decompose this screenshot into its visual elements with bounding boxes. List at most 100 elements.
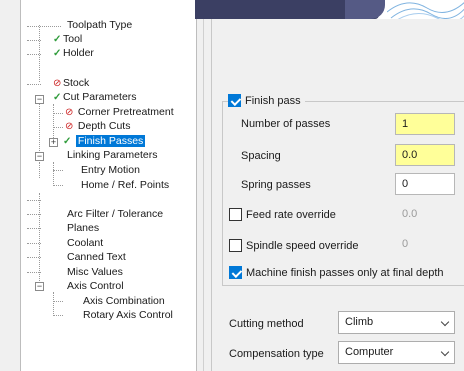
- tree-connector: [53, 185, 63, 186]
- number-of-passes-label: Number of passes: [241, 118, 331, 130]
- prohibited-icon: ⊘: [53, 78, 62, 89]
- tree-item-label: Depth Cuts: [77, 120, 131, 132]
- spacing-input[interactable]: 0.0: [395, 144, 455, 166]
- feed-rate-override-checkbox[interactable]: Feed rate override: [229, 208, 336, 222]
- tree-item-cut-parameters[interactable]: ✓ Cut Parameters: [53, 91, 137, 104]
- tree-item-label-selected: Finish Passes: [75, 135, 146, 147]
- tree-item-label: Linking Parameters: [67, 149, 158, 161]
- collapse-cut-parameters-icon[interactable]: −: [35, 95, 44, 104]
- tree-item-label: Canned Text: [67, 251, 126, 263]
- chevron-down-icon: [440, 317, 450, 327]
- final-depth-checkbox[interactable]: Machine finish passes only at final dept…: [229, 266, 444, 280]
- tree-item-label: Tool: [63, 33, 83, 45]
- tree-item-misc-values[interactable]: Misc Values: [67, 266, 123, 279]
- header-banner-graphic: [195, 0, 464, 19]
- tree-connector: [27, 84, 41, 85]
- tree-connector: [27, 26, 61, 27]
- tree-connector: [27, 257, 41, 258]
- tree-item-label: Stock: [63, 77, 90, 89]
- compensation-type-label: Compensation type: [229, 348, 324, 360]
- tree-connector: [53, 292, 54, 316]
- tree-item-linking-parameters[interactable]: Linking Parameters: [67, 149, 157, 162]
- spindle-speed-override-checkbox[interactable]: Spindle speed override: [229, 239, 359, 253]
- cutting-method-label: Cutting method: [229, 318, 304, 330]
- tree-connector: [27, 272, 41, 273]
- compensation-type-value: Computer: [345, 346, 394, 358]
- tree-item-label: Entry Motion: [81, 164, 140, 176]
- tree-connector: [27, 200, 41, 201]
- checkbox-checked-icon[interactable]: [228, 94, 241, 107]
- tree-item-label: Axis Combination: [83, 295, 165, 307]
- banner-swirl-graphic: [387, 2, 464, 19]
- tree-item-canned-text[interactable]: Canned Text: [67, 251, 126, 264]
- check-icon: ✓: [53, 34, 62, 45]
- tree-item-arc-filter-tolerance[interactable]: Arc Filter / Tolerance: [67, 208, 163, 221]
- checkbox-unchecked-icon[interactable]: [229, 239, 242, 252]
- tree-connector: [27, 40, 41, 41]
- tree-item-holder[interactable]: ✓ Holder: [53, 47, 94, 60]
- check-icon: ✓: [53, 92, 62, 103]
- tree-item-stock[interactable]: ⊘ Stock: [53, 77, 89, 90]
- feed-rate-override-label: Feed rate override: [246, 209, 336, 221]
- tree-connector: [27, 243, 41, 244]
- spindle-speed-override-label: Spindle speed override: [246, 240, 359, 252]
- tree-item-corner-pretreatment[interactable]: ⊘ Corner Pretreatment: [65, 106, 174, 119]
- tree-item-label: Misc Values: [67, 266, 123, 278]
- finish-pass-checkbox[interactable]: Finish pass: [228, 94, 305, 108]
- spring-passes-input[interactable]: 0: [395, 173, 455, 195]
- check-icon: ✓: [63, 136, 72, 147]
- tree-connector: [39, 162, 40, 178]
- tree-item-toolpath-type[interactable]: Toolpath Type: [67, 19, 132, 32]
- collapse-axis-control-icon[interactable]: −: [35, 282, 44, 291]
- collapse-linking-parameters-icon[interactable]: −: [35, 152, 44, 161]
- tree-item-finish-passes[interactable]: ✓ Finish Passes: [63, 135, 146, 148]
- tree-item-label: Axis Control: [67, 280, 124, 292]
- expand-finish-passes-icon[interactable]: +: [49, 138, 58, 147]
- finish-pass-label: Finish pass: [245, 95, 301, 107]
- tree-item-axis-combination[interactable]: Axis Combination: [83, 295, 165, 308]
- tree-item-home-ref-points[interactable]: Home / Ref. Points: [81, 179, 169, 192]
- prohibited-icon: ⊘: [65, 121, 74, 132]
- checkbox-checked-icon[interactable]: [229, 266, 242, 279]
- spring-passes-label: Spring passes: [241, 179, 311, 191]
- chevron-down-icon: [440, 347, 450, 357]
- tree-item-label: Rotary Axis Control: [83, 309, 173, 321]
- tree-item-depth-cuts[interactable]: ⊘ Depth Cuts: [65, 120, 130, 133]
- tree-item-label: Home / Ref. Points: [81, 179, 170, 191]
- tree-connector: [27, 214, 41, 215]
- tree-connector: [27, 228, 41, 229]
- check-icon: ✓: [53, 48, 62, 59]
- spindle-speed-override-input: 0: [395, 233, 455, 255]
- feed-rate-override-input: 0.0: [395, 203, 455, 225]
- tree-item-rotary-axis-control[interactable]: Rotary Axis Control: [83, 309, 173, 322]
- banner-shape: [345, 0, 385, 19]
- tree-item-label: Planes: [67, 222, 100, 234]
- checkbox-unchecked-icon[interactable]: [229, 208, 242, 221]
- tree-connector: [53, 301, 63, 302]
- tree-item-label: Corner Pretreatment: [77, 106, 174, 118]
- tree-connector: [53, 127, 63, 128]
- tree-item-axis-control[interactable]: Axis Control: [67, 280, 124, 293]
- parameter-tree[interactable]: − + − − Toolpath Type ✓ Tool ✓ Holder ⊘ Sto…: [20, 0, 197, 371]
- tree-item-label: Toolpath Type: [67, 19, 133, 31]
- tree-connector: [39, 100, 40, 151]
- final-depth-label: Machine finish passes only at final dept…: [246, 267, 444, 279]
- tree-item-coolant[interactable]: Coolant: [67, 237, 103, 250]
- spacing-label: Spacing: [241, 150, 281, 162]
- tree-item-tool[interactable]: ✓ Tool: [53, 33, 82, 46]
- tree-item-planes[interactable]: Planes: [67, 222, 99, 235]
- tree-item-label: Holder: [63, 47, 94, 59]
- tree-connector: [53, 162, 54, 186]
- cutting-method-select[interactable]: Climb: [338, 311, 455, 334]
- number-of-passes-input[interactable]: 1: [395, 113, 455, 135]
- tree-connector: [53, 113, 63, 114]
- tree-connector: [53, 315, 63, 316]
- tree-connector: [53, 104, 54, 138]
- tree-item-label: Arc Filter / Tolerance: [67, 208, 164, 220]
- tree-item-label: Cut Parameters: [63, 91, 137, 103]
- cutting-method-value: Climb: [345, 316, 374, 328]
- prohibited-icon: ⊘: [65, 107, 74, 118]
- compensation-type-select[interactable]: Computer: [338, 341, 455, 364]
- tree-item-entry-motion[interactable]: Entry Motion: [81, 164, 140, 177]
- tree-item-label: Coolant: [67, 237, 104, 249]
